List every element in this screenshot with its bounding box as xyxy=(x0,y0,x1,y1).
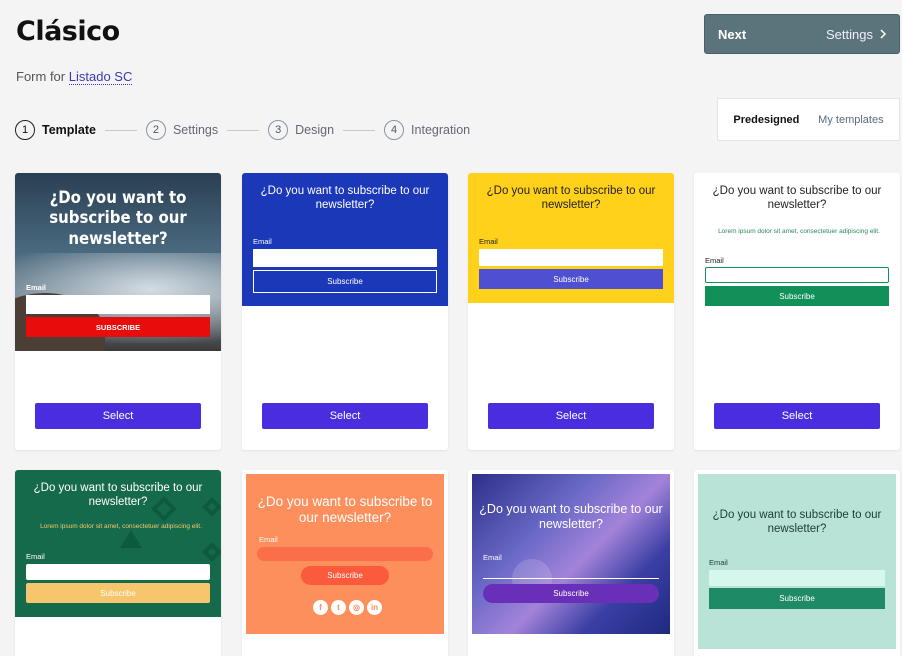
select-button[interactable]: Select xyxy=(262,403,428,429)
form-subtitle: Form for Listado SC xyxy=(16,69,133,85)
subscribe-button: Subscribe xyxy=(253,270,437,293)
step-number: 4 xyxy=(384,120,405,140)
twitter-icon: t xyxy=(331,600,346,615)
next-button[interactable]: Next Settings xyxy=(704,14,900,54)
select-button[interactable]: Select xyxy=(488,403,654,429)
email-field xyxy=(483,578,659,579)
next-target: Settings xyxy=(826,27,887,42)
step-number: 2 xyxy=(145,120,166,140)
preview-question: ¿Do you want to subscribe to our newslet… xyxy=(712,509,882,535)
template-card[interactable]: ¿Do you want to subscribe to our newslet… xyxy=(15,173,221,450)
subscribe-button: SUBSCRIBE xyxy=(26,317,210,337)
step-label: Template xyxy=(42,123,96,137)
step-settings[interactable]: 2 Settings xyxy=(145,120,219,140)
form-for-label: Form for xyxy=(16,69,66,84)
step-divider xyxy=(104,129,137,131)
subscribe-button: Subscribe xyxy=(301,566,389,585)
template-card[interactable]: ¿Do you want to subscribe to our newslet… xyxy=(242,173,448,450)
preview-description: Lorem ipsum dolor sit amet, consectetuer… xyxy=(718,228,880,235)
next-label: Next xyxy=(718,26,747,42)
template-card[interactable]: ¿Do you want to subscribe to our newslet… xyxy=(468,173,674,450)
subscribe-button: Subscribe xyxy=(483,584,659,603)
template-preview: ¿Do you want to subscribe to our newslet… xyxy=(694,173,900,313)
step-label: Design xyxy=(295,123,335,137)
chevron-right-icon xyxy=(880,29,887,39)
template-preview: ¿Do you want to subscribe to our newslet… xyxy=(472,474,670,634)
step-integration[interactable]: 4 Integration xyxy=(384,120,470,140)
step-design[interactable]: 3 Design xyxy=(268,120,334,140)
template-preview: ¿Do you want to subscribe to our newslet… xyxy=(15,173,221,351)
step-divider xyxy=(227,129,260,131)
step-label: Integration xyxy=(411,123,471,137)
email-label: Email xyxy=(483,553,502,562)
email-field xyxy=(26,564,210,580)
subscribe-button: Subscribe xyxy=(479,269,663,289)
preview-question: ¿Do you want to subscribe to our newslet… xyxy=(49,188,187,249)
preview-question: ¿Do you want to subscribe to our newslet… xyxy=(486,185,656,211)
linkedin-icon: in xyxy=(367,600,382,615)
template-card[interactable]: ¿Do you want to subscribe to our newslet… xyxy=(242,470,448,656)
decorative-diamond xyxy=(202,542,221,562)
email-field xyxy=(479,249,663,266)
preview-description: Lorem ipsum dolor sit amet, consectetuer… xyxy=(40,523,202,530)
page-title: Clásico xyxy=(16,16,120,47)
template-card[interactable]: ¿Do you want to subscribe to our newslet… xyxy=(468,470,674,656)
email-field xyxy=(26,295,210,314)
template-preview: ¿Do you want to subscribe to our newslet… xyxy=(242,173,448,306)
email-label: Email xyxy=(26,283,47,292)
preview-question: ¿Do you want to subscribe to our newslet… xyxy=(260,185,430,211)
email-label: Email xyxy=(26,552,45,561)
next-target-label: Settings xyxy=(826,26,873,42)
subscribe-button: Subscribe xyxy=(705,286,889,306)
select-button[interactable]: Select xyxy=(35,403,201,429)
template-card[interactable]: ¿Do you want to subscribe to our newslet… xyxy=(694,470,900,656)
email-field xyxy=(253,249,437,267)
tab-my-templates[interactable]: My templates xyxy=(818,114,883,126)
tab-predesigned[interactable]: Predesigned xyxy=(733,114,799,126)
subscribe-button: Subscribe xyxy=(709,588,885,609)
step-number: 3 xyxy=(268,120,289,140)
decorative-triangle xyxy=(120,530,142,548)
template-preview: ¿Do you want to subscribe to our newslet… xyxy=(15,470,221,617)
template-preview: ¿Do you want to subscribe to our newslet… xyxy=(698,474,896,649)
email-label: Email xyxy=(709,558,728,567)
instagram-icon: ◎ xyxy=(349,600,364,615)
template-tabs: Predesigned My templates xyxy=(717,98,900,141)
email-label: Email xyxy=(479,237,498,246)
template-preview: ¿Do you want to subscribe to our newslet… xyxy=(246,474,444,634)
template-preview: ¿Do you want to subscribe to our newslet… xyxy=(468,173,674,303)
select-button[interactable]: Select xyxy=(714,403,880,429)
email-field xyxy=(705,267,889,283)
step-label: Settings xyxy=(172,123,219,137)
preview-question: ¿Do you want to subscribe to our newslet… xyxy=(479,502,663,531)
step-template[interactable]: 1 Template xyxy=(15,120,96,140)
template-card[interactable]: ¿Do you want to subscribe to our newslet… xyxy=(15,470,221,656)
step-divider xyxy=(343,129,376,131)
template-card[interactable]: ¿Do you want to subscribe to our newslet… xyxy=(694,173,900,450)
email-field xyxy=(257,547,433,561)
form-list-link[interactable]: Listado SC xyxy=(68,69,133,85)
email-field xyxy=(709,570,885,586)
subscribe-button: Subscribe xyxy=(26,583,210,603)
preview-question: ¿Do you want to subscribe to our newslet… xyxy=(257,494,433,526)
preview-question: ¿Do you want to subscribe to our newslet… xyxy=(712,185,882,211)
step-number: 1 xyxy=(15,120,35,140)
facebook-icon: f xyxy=(313,600,328,615)
social-icons: f t ◎ in xyxy=(313,600,382,615)
email-label: Email xyxy=(259,535,278,544)
email-label: Email xyxy=(705,256,724,265)
wizard-stepper: 1 Template 2 Settings 3 Design 4 Integra… xyxy=(15,119,470,141)
preview-question: ¿Do you want to subscribe to our newslet… xyxy=(33,482,203,508)
email-label: Email xyxy=(253,237,272,246)
